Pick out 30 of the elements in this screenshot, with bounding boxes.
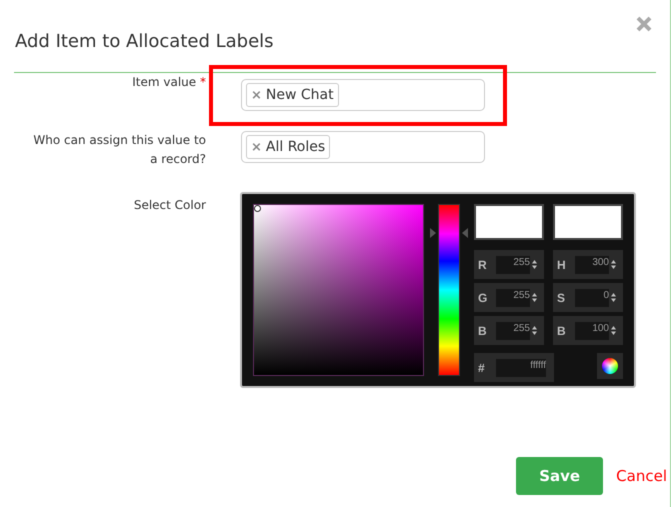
- spinner-icon[interactable]: [532, 260, 537, 269]
- spinner-icon[interactable]: [611, 326, 616, 335]
- color-value-field[interactable]: H 300: [553, 250, 623, 279]
- current-color-swatch: [553, 204, 623, 240]
- spinner-icon[interactable]: [532, 293, 537, 302]
- tag-input-field[interactable]: × New Chat: [241, 79, 485, 111]
- spinner-icon[interactable]: [532, 326, 537, 335]
- hex-field[interactable]: # ffffff: [474, 353, 554, 382]
- spinner-icon[interactable]: [611, 260, 616, 269]
- color-value-field[interactable]: G 255: [474, 283, 544, 312]
- color-value-field[interactable]: S 0: [553, 283, 623, 312]
- field-label: Select Color: [134, 197, 206, 214]
- remove-tag-button[interactable]: ×: [251, 140, 262, 154]
- remove-tag-button[interactable]: ×: [251, 88, 262, 102]
- selector-handle[interactable]: [254, 205, 261, 212]
- dialog-title: Add Item to Allocated Labels: [15, 31, 274, 53]
- saturation-brightness-area[interactable]: [253, 204, 424, 376]
- tag-text: New Chat: [266, 87, 334, 103]
- color-value-field[interactable]: R 255: [474, 250, 544, 279]
- field-label: Who can assign this value to a record?: [32, 132, 206, 168]
- cancel-link[interactable]: Cancel: [613, 467, 670, 485]
- color-wheel-icon: [602, 358, 618, 374]
- spinner-icon[interactable]: [611, 293, 616, 302]
- tag-text: All Roles: [266, 139, 326, 155]
- color-value-field[interactable]: B 100: [553, 316, 623, 345]
- tag-input-field[interactable]: × All Roles: [241, 131, 485, 163]
- color-wheel-button[interactable]: [597, 353, 623, 379]
- new-color-swatch: [474, 204, 544, 240]
- color-value-field[interactable]: B 255: [474, 316, 544, 345]
- field-label: Item value *: [132, 74, 206, 91]
